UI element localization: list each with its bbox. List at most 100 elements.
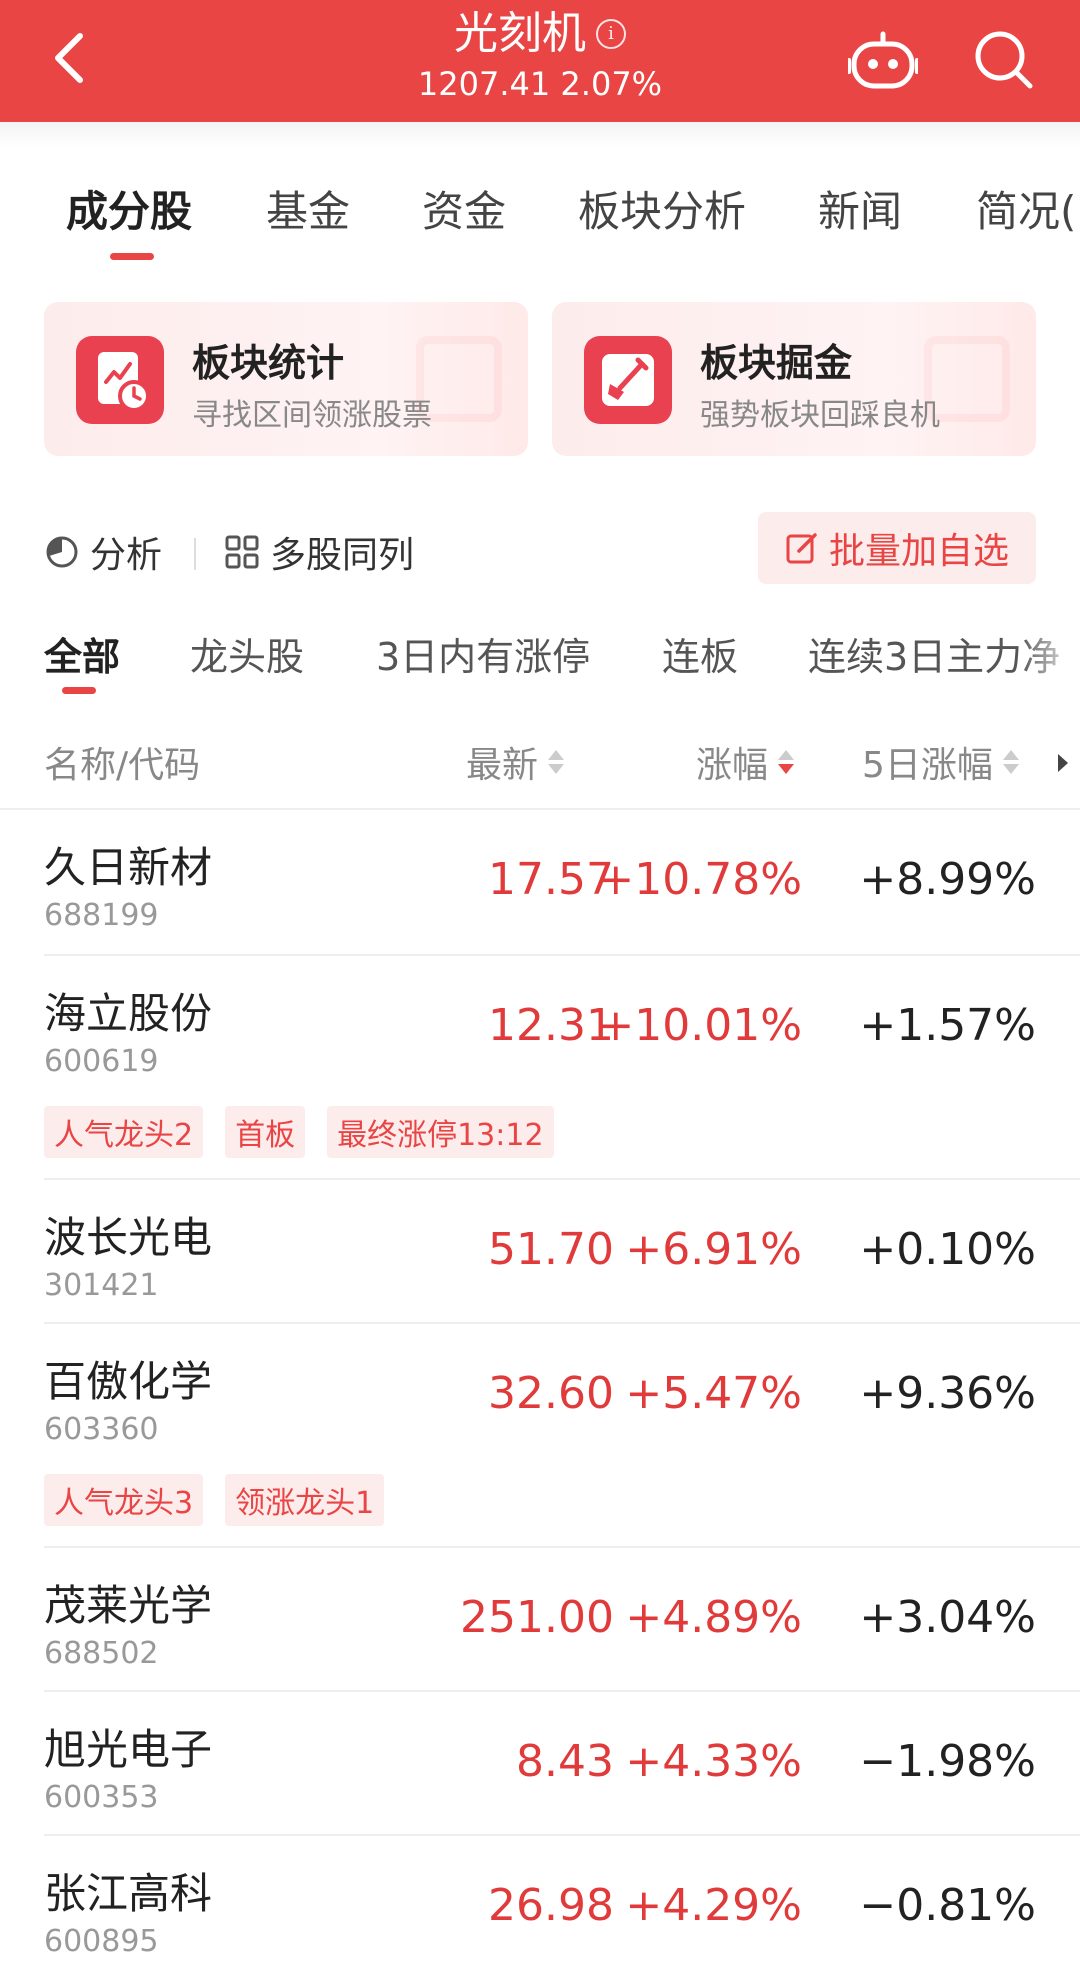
stock-five-day: +1.57% xyxy=(859,1000,1036,1051)
stock-name: 波长光电 xyxy=(44,1213,213,1262)
back-icon[interactable] xyxy=(40,22,100,94)
sort-icon xyxy=(1002,750,1019,774)
stock-code: 603360 xyxy=(44,1412,159,1447)
header-shadow xyxy=(0,122,1080,148)
table-row[interactable]: 波长光电 301421 51.70 +6.91% +0.10% xyxy=(44,1180,1080,1324)
filter-leaders[interactable]: 龙头股 xyxy=(190,626,304,681)
stock-name: 张江高科 xyxy=(44,1869,213,1918)
table-row[interactable]: 百傲化学 603360 32.60 +5.47% +9.36% 人气龙头3 领涨… xyxy=(44,1324,1080,1548)
stock-name: 久日新材 xyxy=(44,843,213,892)
table-row[interactable]: 海立股份 600619 12.31 +10.01% +1.57% 人气龙头2 首… xyxy=(44,956,1080,1180)
stock-change: +4.33% xyxy=(625,1736,802,1787)
stock-code: 600619 xyxy=(44,1044,159,1079)
analysis-label: 分析 xyxy=(90,535,163,576)
main-tabs: 成分股 基金 资金 板块分析 新闻 简况( xyxy=(0,178,1080,248)
stock-latest: 51.70 xyxy=(488,1224,614,1275)
table-row[interactable]: 久日新材 688199 17.57 +10.78% +8.99% xyxy=(44,810,1080,956)
stock-code: 600895 xyxy=(44,1924,159,1959)
index-quote: 1207.41 2.07% xyxy=(300,64,780,104)
card-subtitle: 寻找区间领涨股票 xyxy=(192,398,432,433)
table-header: 名称/代码 最新 涨幅 5日涨幅 xyxy=(0,730,1080,810)
shovel-icon xyxy=(584,336,672,424)
stock-latest: 32.60 xyxy=(488,1368,614,1419)
more-columns-icon[interactable] xyxy=(1058,754,1068,772)
index-value: 1207.41 xyxy=(417,65,551,103)
multi-stock-button[interactable]: 多股同列 xyxy=(224,526,414,578)
column-latest[interactable]: 最新 xyxy=(466,736,565,788)
stock-name: 茂莱光学 xyxy=(44,1581,213,1630)
stock-change: +4.89% xyxy=(625,1592,802,1643)
stock-tags: 人气龙头3 领涨龙头1 xyxy=(44,1474,385,1526)
scroll-fade xyxy=(1020,626,1080,686)
tag-badge: 人气龙头3 xyxy=(44,1474,204,1526)
stock-latest: 17.57 xyxy=(488,854,614,905)
stock-name: 海立股份 xyxy=(44,989,213,1038)
stock-latest: 26.98 xyxy=(488,1880,614,1931)
column-change-label: 涨幅 xyxy=(696,745,769,786)
filter-all[interactable]: 全部 xyxy=(44,626,120,681)
column-name-code: 名称/代码 xyxy=(44,736,200,788)
tab-overview[interactable]: 简况( xyxy=(976,178,1076,239)
filter-consecutive[interactable]: 连板 xyxy=(662,626,738,681)
sort-desc-icon xyxy=(778,750,795,774)
robot-icon[interactable] xyxy=(848,28,918,94)
card-title: 板块掘金 xyxy=(700,341,853,385)
title-block: 光刻机 i 1207.41 2.07% xyxy=(300,6,780,104)
tab-sector-analysis[interactable]: 板块分析 xyxy=(578,178,746,239)
tab-constituents[interactable]: 成分股 xyxy=(66,178,192,239)
stock-change: +4.29% xyxy=(625,1880,802,1931)
stock-latest: 8.43 xyxy=(516,1736,614,1787)
stock-code: 600353 xyxy=(44,1780,159,1815)
analysis-button[interactable]: 分析 xyxy=(44,526,162,578)
tab-news[interactable]: 新闻 xyxy=(818,178,902,239)
tag-badge: 人气龙头2 xyxy=(44,1106,204,1158)
active-filter-indicator xyxy=(62,687,96,694)
column-latest-label: 最新 xyxy=(466,745,539,786)
sector-stats-card[interactable]: 板块统计 寻找区间领涨股票 xyxy=(44,302,528,456)
info-icon[interactable]: i xyxy=(596,19,626,49)
divider xyxy=(194,538,196,570)
search-icon[interactable] xyxy=(970,26,1036,92)
stock-five-day: +9.36% xyxy=(859,1368,1036,1419)
stock-five-day: +0.10% xyxy=(859,1224,1036,1275)
sector-name: 光刻机 xyxy=(454,8,586,59)
index-change: 2.07% xyxy=(560,65,663,103)
column-change[interactable]: 涨幅 xyxy=(696,736,795,788)
batch-add-watchlist-button[interactable]: 批量加自选 xyxy=(758,512,1036,584)
chart-clock-icon xyxy=(76,336,164,424)
sector-gold-card[interactable]: 板块掘金 强势板块回踩良机 xyxy=(552,302,1036,456)
stock-change: +10.78% xyxy=(597,854,802,905)
tab-capital[interactable]: 资金 xyxy=(422,178,506,239)
tag-badge: 领涨龙头1 xyxy=(225,1474,385,1526)
column-name-code-label: 名称/代码 xyxy=(44,745,201,786)
stock-latest: 12.31 xyxy=(488,1000,614,1051)
table-row[interactable]: 旭光电子 600353 8.43 +4.33% −1.98% xyxy=(44,1692,1080,1836)
stock-name: 旭光电子 xyxy=(44,1725,213,1774)
tab-funds[interactable]: 基金 xyxy=(266,178,350,239)
tools-row: 分析 多股同列 批量加自选 xyxy=(44,512,1044,584)
top-bar: 光刻机 i 1207.41 2.07% xyxy=(0,0,1080,122)
filter-limit-up-3d[interactable]: 3日内有涨停 xyxy=(376,626,590,681)
stock-five-day: −1.98% xyxy=(859,1736,1036,1787)
tag-badge: 首板 xyxy=(225,1106,306,1158)
stock-change: +5.47% xyxy=(625,1368,802,1419)
stock-five-day: +8.99% xyxy=(859,854,1036,905)
table-row[interactable]: 张江高科 600895 26.98 +4.29% −0.81% xyxy=(44,1836,1080,1977)
active-tab-indicator xyxy=(110,253,154,260)
tag-badge: 最终涨停13:12 xyxy=(327,1106,554,1158)
filter-tabs: 全部 龙头股 3日内有涨停 连板 连续3日主力净 xyxy=(0,626,1080,686)
table-row[interactable]: 茂莱光学 688502 251.00 +4.89% +3.04% xyxy=(44,1548,1080,1692)
stock-change: +10.01% xyxy=(597,1000,802,1051)
edit-icon xyxy=(786,533,817,564)
stock-code: 688199 xyxy=(44,898,159,933)
column-five-day[interactable]: 5日涨幅 xyxy=(862,736,1019,788)
stock-five-day: −0.81% xyxy=(859,1880,1036,1931)
multi-stock-label: 多股同列 xyxy=(270,535,415,576)
stock-change: +6.91% xyxy=(625,1224,802,1275)
column-five-day-label: 5日涨幅 xyxy=(862,745,993,786)
grid-icon xyxy=(225,535,259,569)
batch-add-label: 批量加自选 xyxy=(828,531,1009,572)
stock-tags: 人气龙头2 首板 最终涨停13:12 xyxy=(44,1106,554,1158)
stock-name: 百傲化学 xyxy=(44,1357,213,1406)
stock-latest: 251.00 xyxy=(460,1592,614,1643)
